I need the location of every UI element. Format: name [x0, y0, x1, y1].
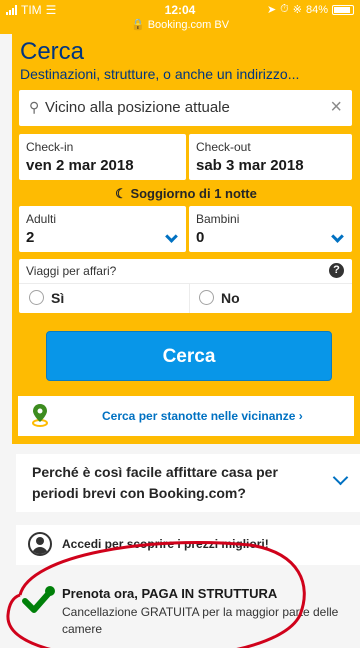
checkout-label: Check-out	[196, 140, 251, 154]
help-icon[interactable]: ?	[329, 263, 344, 278]
benefit-title: Prenota ora, PAGA IN STRUTTURA	[62, 586, 278, 601]
bluetooth-icon: ※	[292, 4, 302, 16]
radio-yes[interactable]	[29, 290, 44, 305]
nights-text: Soggiorno di 1 notte	[130, 186, 257, 201]
check-icon	[22, 586, 55, 613]
secure-url[interactable]: 🔒 Booking.com BV	[0, 18, 360, 31]
search-icon: ⚲	[29, 99, 40, 115]
checkin-field[interactable]: Check-in ven 2 mar 2018	[19, 134, 186, 180]
battery-percent: 84%	[305, 3, 328, 16]
children-select[interactable]: Bambini 0	[189, 206, 352, 252]
chevron-down-icon	[332, 469, 349, 486]
adults-value: 2	[26, 229, 35, 246]
search-panel: Cerca Destinazioni, strutture, o anche u…	[12, 34, 360, 444]
children-label: Bambini	[196, 212, 240, 226]
nearby-tonight-link[interactable]: Cerca per stanotte nelle vicinanze ›	[18, 396, 354, 436]
pay-at-property-benefit: Prenota ora, PAGA IN STRUTTURA Cancellaz…	[0, 570, 360, 648]
adults-label: Adulti	[26, 212, 57, 226]
destination-value: Vicino alla posizione attuale	[45, 99, 230, 116]
moon-icon: ☾	[115, 186, 127, 201]
user-avatar-icon	[28, 532, 52, 556]
destination-input[interactable]: ⚲ Vicino alla posizione attuale ×	[19, 90, 352, 126]
children-value: 0	[196, 229, 205, 246]
why-booking-accordion[interactable]: Perché è così facile affittare casa per …	[16, 454, 360, 512]
benefit-description: Cancellazione GRATUITA per la maggior pa…	[62, 605, 339, 636]
radio-no-label[interactable]: No	[221, 290, 240, 306]
radio-yes-label[interactable]: Sì	[51, 290, 64, 306]
login-text: Accedi per scoprire i prezzi migliori!	[62, 537, 269, 551]
battery-icon	[332, 4, 354, 15]
clear-icon[interactable]: ×	[330, 96, 342, 119]
adults-select[interactable]: Adulti 2	[19, 206, 186, 252]
chevron-down-icon	[165, 230, 178, 243]
divider	[189, 283, 190, 313]
checkin-value: ven 2 mar 2018	[26, 157, 134, 174]
page-title: Cerca	[20, 38, 85, 65]
business-travel-group: Viaggi per affari? ? Sì No	[19, 259, 352, 313]
location-pin-icon	[32, 404, 48, 427]
location-icon: ➤	[266, 4, 277, 16]
status-icons: ➤ ⏱ ※ 84%	[267, 3, 354, 16]
chevron-down-icon	[331, 230, 344, 243]
login-banner[interactable]: Accedi per scoprire i prezzi migliori!	[16, 525, 360, 565]
checkout-value: sab 3 mar 2018	[196, 157, 304, 174]
alarm-icon: ⏱	[280, 3, 289, 15]
checkout-field[interactable]: Check-out sab 3 mar 2018	[189, 134, 352, 180]
business-label: Viaggi per affari?	[26, 264, 117, 278]
divider	[19, 283, 352, 284]
status-bar: TIM ☰ 12:04 🔒 Booking.com BV ➤ ⏱ ※ 84%	[0, 0, 360, 34]
radio-no[interactable]	[199, 290, 214, 305]
search-button[interactable]: Cerca	[46, 331, 332, 381]
lock-icon: 🔒	[130, 19, 145, 31]
checkin-label: Check-in	[26, 140, 74, 154]
page-subtitle: Destinazioni, strutture, o anche un indi…	[20, 66, 300, 82]
nearby-link-text: Cerca per stanotte nelle vicinanze ›	[102, 409, 303, 423]
why-text: Perché è così facile affittare casa per …	[32, 464, 278, 501]
url-text: Booking.com BV	[147, 19, 230, 31]
nights-summary: ☾ Soggiorno di 1 notte	[12, 186, 360, 202]
